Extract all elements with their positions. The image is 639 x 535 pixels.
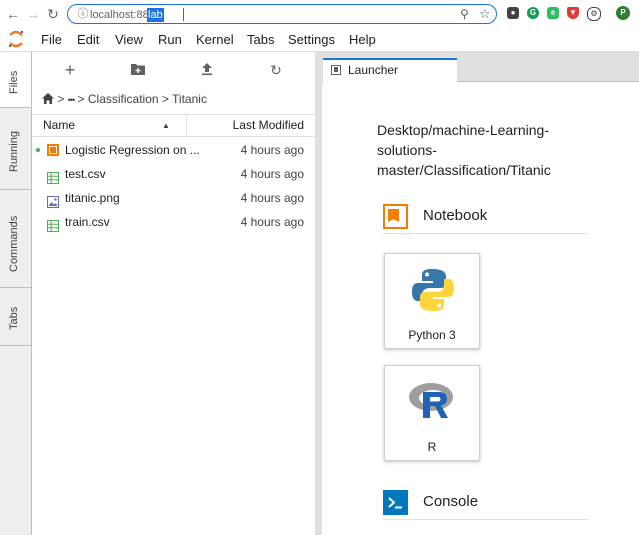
sort-ascending-icon[interactable]: ▲ xyxy=(162,121,170,130)
info-icon[interactable]: ⓘ xyxy=(76,7,90,21)
new-launcher-icon[interactable]: + xyxy=(60,61,80,79)
reload-icon[interactable]: ↻ xyxy=(44,5,62,23)
kernel-card-label: R xyxy=(427,440,437,454)
file-modified: 4 hours ago xyxy=(240,167,304,181)
file-name: test.csv xyxy=(65,167,106,181)
sidebar-tab-commands[interactable]: Commands xyxy=(0,190,31,288)
sidebar-tab-commands-label: Commands xyxy=(8,215,20,272)
extension-grammarly-icon[interactable]: G xyxy=(527,7,539,19)
launcher-tab-icon xyxy=(331,65,341,75)
extension-shield-icon[interactable]: ▼ xyxy=(567,7,579,19)
bookmark-star-icon[interactable]: ☆ xyxy=(479,6,491,22)
home-icon[interactable] xyxy=(42,93,54,107)
file-row[interactable]: titanic.png 4 hours ago xyxy=(32,186,315,210)
kernel-card-python3[interactable]: Python 3 xyxy=(384,253,480,349)
file-row[interactable]: test.csv 4 hours ago xyxy=(32,162,315,186)
notebook-icon xyxy=(47,144,59,156)
jupyter-logo-icon xyxy=(8,30,24,48)
column-modified-header[interactable]: Last Modified xyxy=(233,118,304,132)
tab-launcher[interactable]: Launcher xyxy=(323,58,457,82)
breadcrumb-titanic[interactable]: Titanic xyxy=(172,92,207,106)
sidebar-tab-tabs[interactable]: Tabs xyxy=(0,288,31,346)
launcher-cwd: Desktop/machine-Learning-solutions-maste… xyxy=(377,122,551,178)
breadcrumb-separator: > xyxy=(77,92,85,106)
image-file-icon xyxy=(47,192,59,208)
console-section-icon xyxy=(383,490,408,515)
notebook-section-header: Notebook xyxy=(383,200,588,234)
file-name: titanic.png xyxy=(65,191,120,205)
menu-run[interactable]: Run xyxy=(158,31,182,48)
menu-help[interactable]: Help xyxy=(349,31,376,48)
menubar: File Edit View Run Kernel Tabs Settings … xyxy=(0,28,639,52)
sidebar-tab-running[interactable]: Running xyxy=(0,108,31,190)
menu-file[interactable]: File xyxy=(41,31,62,48)
running-indicator-icon xyxy=(36,148,40,152)
kernel-card-label: Python 3 xyxy=(408,328,456,342)
zoom-icon[interactable]: ⚲ xyxy=(460,7,469,21)
menu-edit[interactable]: Edit xyxy=(77,31,99,48)
column-divider xyxy=(186,115,187,137)
back-icon[interactable]: ← xyxy=(4,5,22,23)
left-sidebar-tabs: Files Running Commands Tabs xyxy=(0,52,32,535)
extension-gear-icon[interactable]: ⚙ xyxy=(587,7,601,21)
tab-launcher-label: Launcher xyxy=(348,63,399,77)
profile-avatar-icon[interactable]: P xyxy=(616,6,630,20)
file-list-header: Name ▲ Last Modified xyxy=(32,114,315,137)
forward-icon[interactable]: → xyxy=(24,5,42,23)
refresh-icon[interactable]: ↻ xyxy=(266,62,286,78)
menu-view[interactable]: View xyxy=(115,31,143,48)
sidebar-tab-files-label: Files xyxy=(8,70,20,94)
text-cursor xyxy=(183,8,184,21)
python-logo-icon xyxy=(412,269,454,311)
url-path-selected: lab xyxy=(147,8,164,22)
browser-toolbar: ← → ↻ ⓘ localhost:8888/ lab ⚲ ☆ ● G e ▼ … xyxy=(0,0,639,29)
file-modified: 4 hours ago xyxy=(240,191,304,205)
file-modified: 4 hours ago xyxy=(240,143,304,157)
sidebar-tab-tabs-label: Tabs xyxy=(8,306,20,330)
breadcrumb-classification[interactable]: Classification xyxy=(88,92,159,106)
menu-kernel[interactable]: Kernel xyxy=(196,31,234,48)
sidebar-tab-files[interactable]: Files xyxy=(0,52,31,108)
console-section-header: Console xyxy=(383,486,588,520)
file-row[interactable]: train.csv 4 hours ago xyxy=(32,210,315,234)
panel-splitter[interactable] xyxy=(315,52,322,535)
r-logo-icon xyxy=(409,383,453,418)
kernel-card-r[interactable]: R xyxy=(384,365,480,461)
breadcrumb-separator: > xyxy=(57,92,65,106)
extension-camera-icon[interactable]: ● xyxy=(507,7,519,19)
console-section-title: Console xyxy=(423,493,479,510)
file-row[interactable]: Logistic Regression on ... 4 hours ago xyxy=(32,138,315,162)
file-name: Logistic Regression on ... xyxy=(65,143,200,157)
main-tab-bar: Launcher xyxy=(322,52,639,82)
notebook-section-title: Notebook xyxy=(423,207,488,224)
breadcrumb: > ••• > Classification > Titanic xyxy=(42,92,207,107)
launcher-panel: Desktop/machine-Learning-solutions-maste… xyxy=(322,82,639,535)
file-browser: + ↻ > ••• > Classification > Titanic Nam… xyxy=(32,52,315,535)
file-modified: 4 hours ago xyxy=(240,215,304,229)
column-name-header[interactable]: Name xyxy=(43,118,75,132)
notebook-section-icon xyxy=(383,204,408,229)
address-bar[interactable]: ⓘ localhost:8888/ lab ⚲ ☆ xyxy=(67,4,497,24)
sidebar-tab-running-label: Running xyxy=(8,131,20,172)
menu-settings[interactable]: Settings xyxy=(288,31,335,48)
upload-icon[interactable] xyxy=(197,62,217,78)
file-name: train.csv xyxy=(65,215,110,229)
new-folder-icon[interactable] xyxy=(128,62,148,78)
spreadsheet-icon xyxy=(47,168,59,184)
spreadsheet-icon xyxy=(47,216,59,232)
breadcrumb-ellipsis[interactable]: ••• xyxy=(68,95,76,105)
breadcrumb-separator: > xyxy=(161,92,169,106)
extension-evernote-icon[interactable]: e xyxy=(547,7,559,19)
menu-tabs[interactable]: Tabs xyxy=(247,31,274,48)
